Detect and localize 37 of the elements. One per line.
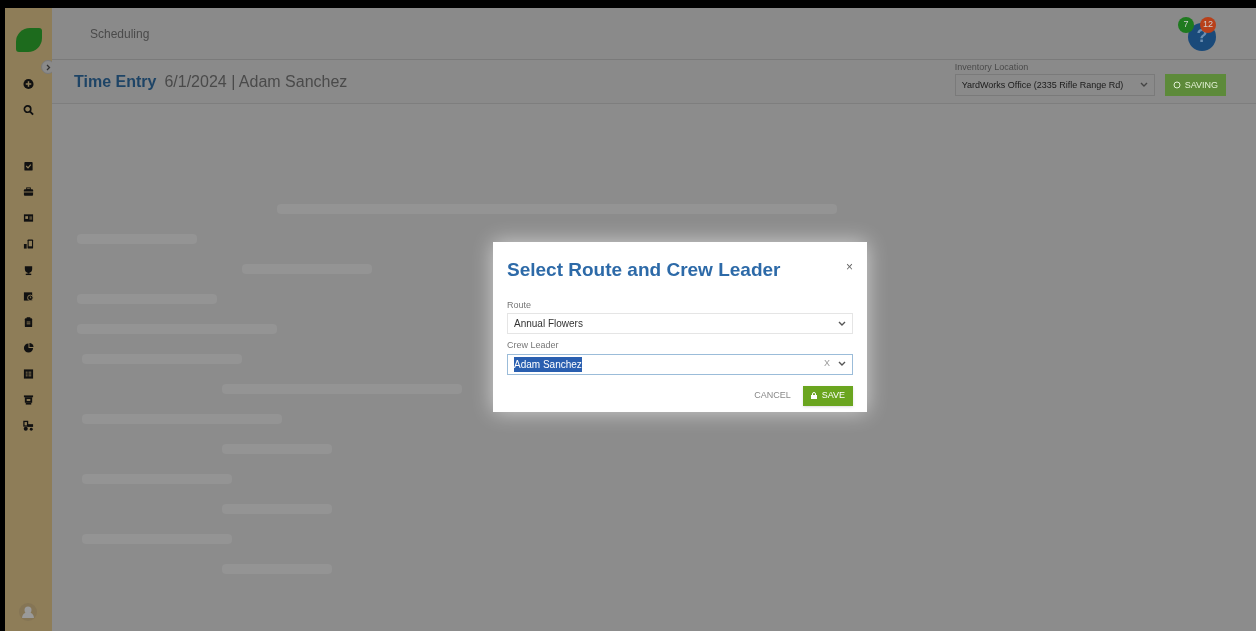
checklist-icon[interactable]	[23, 160, 34, 172]
select-value: Annual Flowers	[514, 317, 583, 331]
pie-chart-icon[interactable]	[23, 342, 34, 354]
chevron-down-icon	[1139, 82, 1148, 89]
printer-icon[interactable]	[23, 394, 34, 406]
lock-icon	[810, 392, 817, 399]
count-badge: 7	[1178, 16, 1194, 33]
breadcrumb: Scheduling	[90, 25, 150, 43]
chevron-down-icon	[838, 361, 846, 367]
briefcase-icon[interactable]	[23, 186, 34, 198]
save-button[interactable]: SAVE	[802, 385, 853, 406]
clipboard-icon[interactable]	[23, 316, 34, 328]
tractor-icon[interactable]	[23, 420, 34, 432]
close-button[interactable]: ×	[846, 258, 853, 276]
devices-icon[interactable]	[23, 238, 34, 250]
list-icon[interactable]	[23, 368, 34, 380]
cancel-button[interactable]: CANCEL	[754, 388, 791, 403]
calendar-clock-icon[interactable]	[23, 290, 34, 302]
clear-button[interactable]: X	[824, 357, 830, 371]
search-icon[interactable]	[23, 104, 34, 116]
page-title: Time Entry	[74, 71, 157, 92]
field-label: Crew Leader	[507, 339, 559, 352]
id-card-icon[interactable]	[23, 212, 34, 224]
dialog-title: Select Route and Crew Leader	[507, 258, 781, 282]
saving-button[interactable]: SAVING	[1164, 74, 1226, 97]
spinner-icon	[1172, 81, 1181, 90]
plus-circle-icon[interactable]	[23, 78, 34, 90]
inventory-location-select[interactable]: YardWorks Office (2335 Rifle Range Rd)	[954, 74, 1155, 97]
field-label: Inventory Location	[954, 60, 1030, 74]
select-field[interactable]: Annual Flowers	[507, 313, 853, 334]
select-value: Adam Sanchez	[514, 356, 582, 372]
trophy-icon[interactable]	[23, 264, 34, 276]
select-field[interactable]: Adam Sanchez X	[507, 353, 853, 375]
chevron-right-icon	[45, 63, 51, 71]
chevron-down-icon	[838, 320, 846, 327]
page-subtitle: 6/1/2024 | Adam Sanchez	[164, 71, 348, 92]
field-label: Route	[507, 298, 532, 312]
